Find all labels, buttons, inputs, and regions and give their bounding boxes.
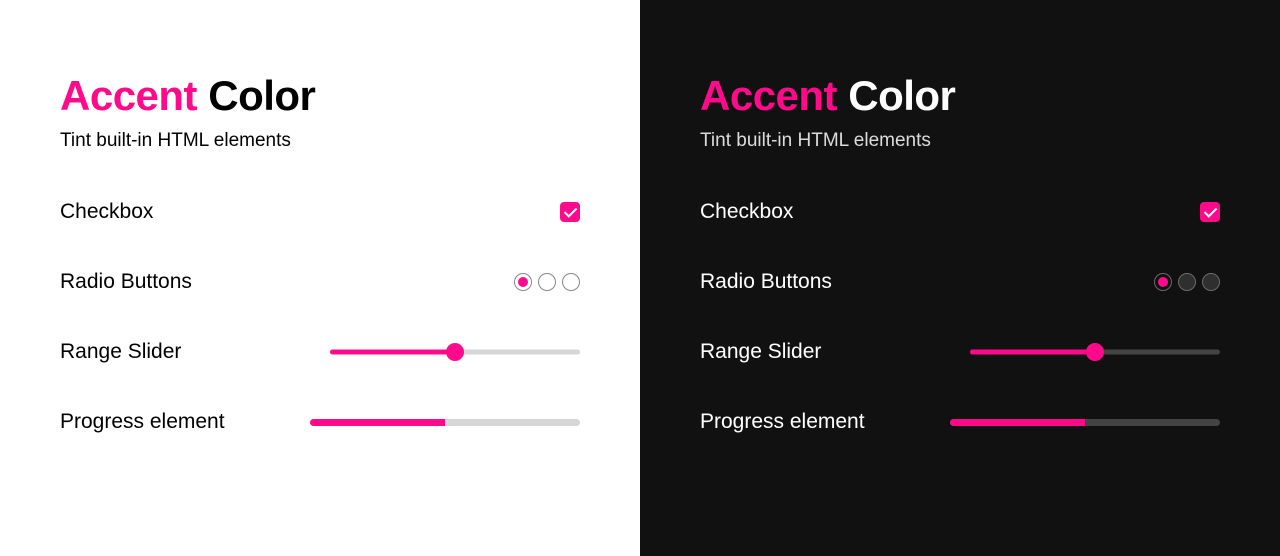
radio-row: Radio Buttons <box>700 270 1220 294</box>
radio-row: Radio Buttons <box>60 270 580 294</box>
page-title: Accent Color <box>60 72 580 120</box>
page-subtitle: Tint built-in HTML elements <box>60 130 580 152</box>
checkbox-input[interactable] <box>1200 202 1220 222</box>
radio-option-1[interactable] <box>514 273 532 291</box>
progress-row: Progress element <box>700 410 1220 434</box>
light-mode-panel: Accent Color Tint built-in HTML elements… <box>0 0 640 556</box>
radio-option-3[interactable] <box>562 273 580 291</box>
range-row: Range Slider <box>700 340 1220 364</box>
slider-thumb[interactable] <box>446 343 464 361</box>
title-accent-word: Accent <box>60 72 197 119</box>
radio-option-1[interactable] <box>1154 273 1172 291</box>
progress-label: Progress element <box>60 410 225 434</box>
radio-option-2[interactable] <box>538 273 556 291</box>
title-rest-word: Color <box>208 72 315 119</box>
slider-thumb[interactable] <box>1086 343 1104 361</box>
slider-fill <box>970 350 1095 355</box>
progress-fill <box>950 419 1085 426</box>
title-accent-word: Accent <box>700 72 837 119</box>
title-rest-word: Color <box>848 72 955 119</box>
progress-element <box>310 419 580 426</box>
radio-option-3[interactable] <box>1202 273 1220 291</box>
dark-mode-panel: Accent Color Tint built-in HTML elements… <box>640 0 1280 556</box>
page-title: Accent Color <box>700 72 1220 120</box>
progress-fill <box>310 419 445 426</box>
checkbox-row: Checkbox <box>700 200 1220 224</box>
slider-fill <box>330 350 455 355</box>
progress-row: Progress element <box>60 410 580 434</box>
range-label: Range Slider <box>60 340 181 364</box>
range-label: Range Slider <box>700 340 821 364</box>
progress-label: Progress element <box>700 410 865 434</box>
progress-element <box>950 419 1220 426</box>
checkbox-input[interactable] <box>560 202 580 222</box>
checkbox-label: Checkbox <box>700 200 793 224</box>
range-slider[interactable] <box>970 343 1220 361</box>
page-subtitle: Tint built-in HTML elements <box>700 130 1220 152</box>
radio-label: Radio Buttons <box>700 270 832 294</box>
radio-option-2[interactable] <box>1178 273 1196 291</box>
range-row: Range Slider <box>60 340 580 364</box>
checkbox-row: Checkbox <box>60 200 580 224</box>
radio-label: Radio Buttons <box>60 270 192 294</box>
range-slider[interactable] <box>330 343 580 361</box>
checkbox-label: Checkbox <box>60 200 153 224</box>
